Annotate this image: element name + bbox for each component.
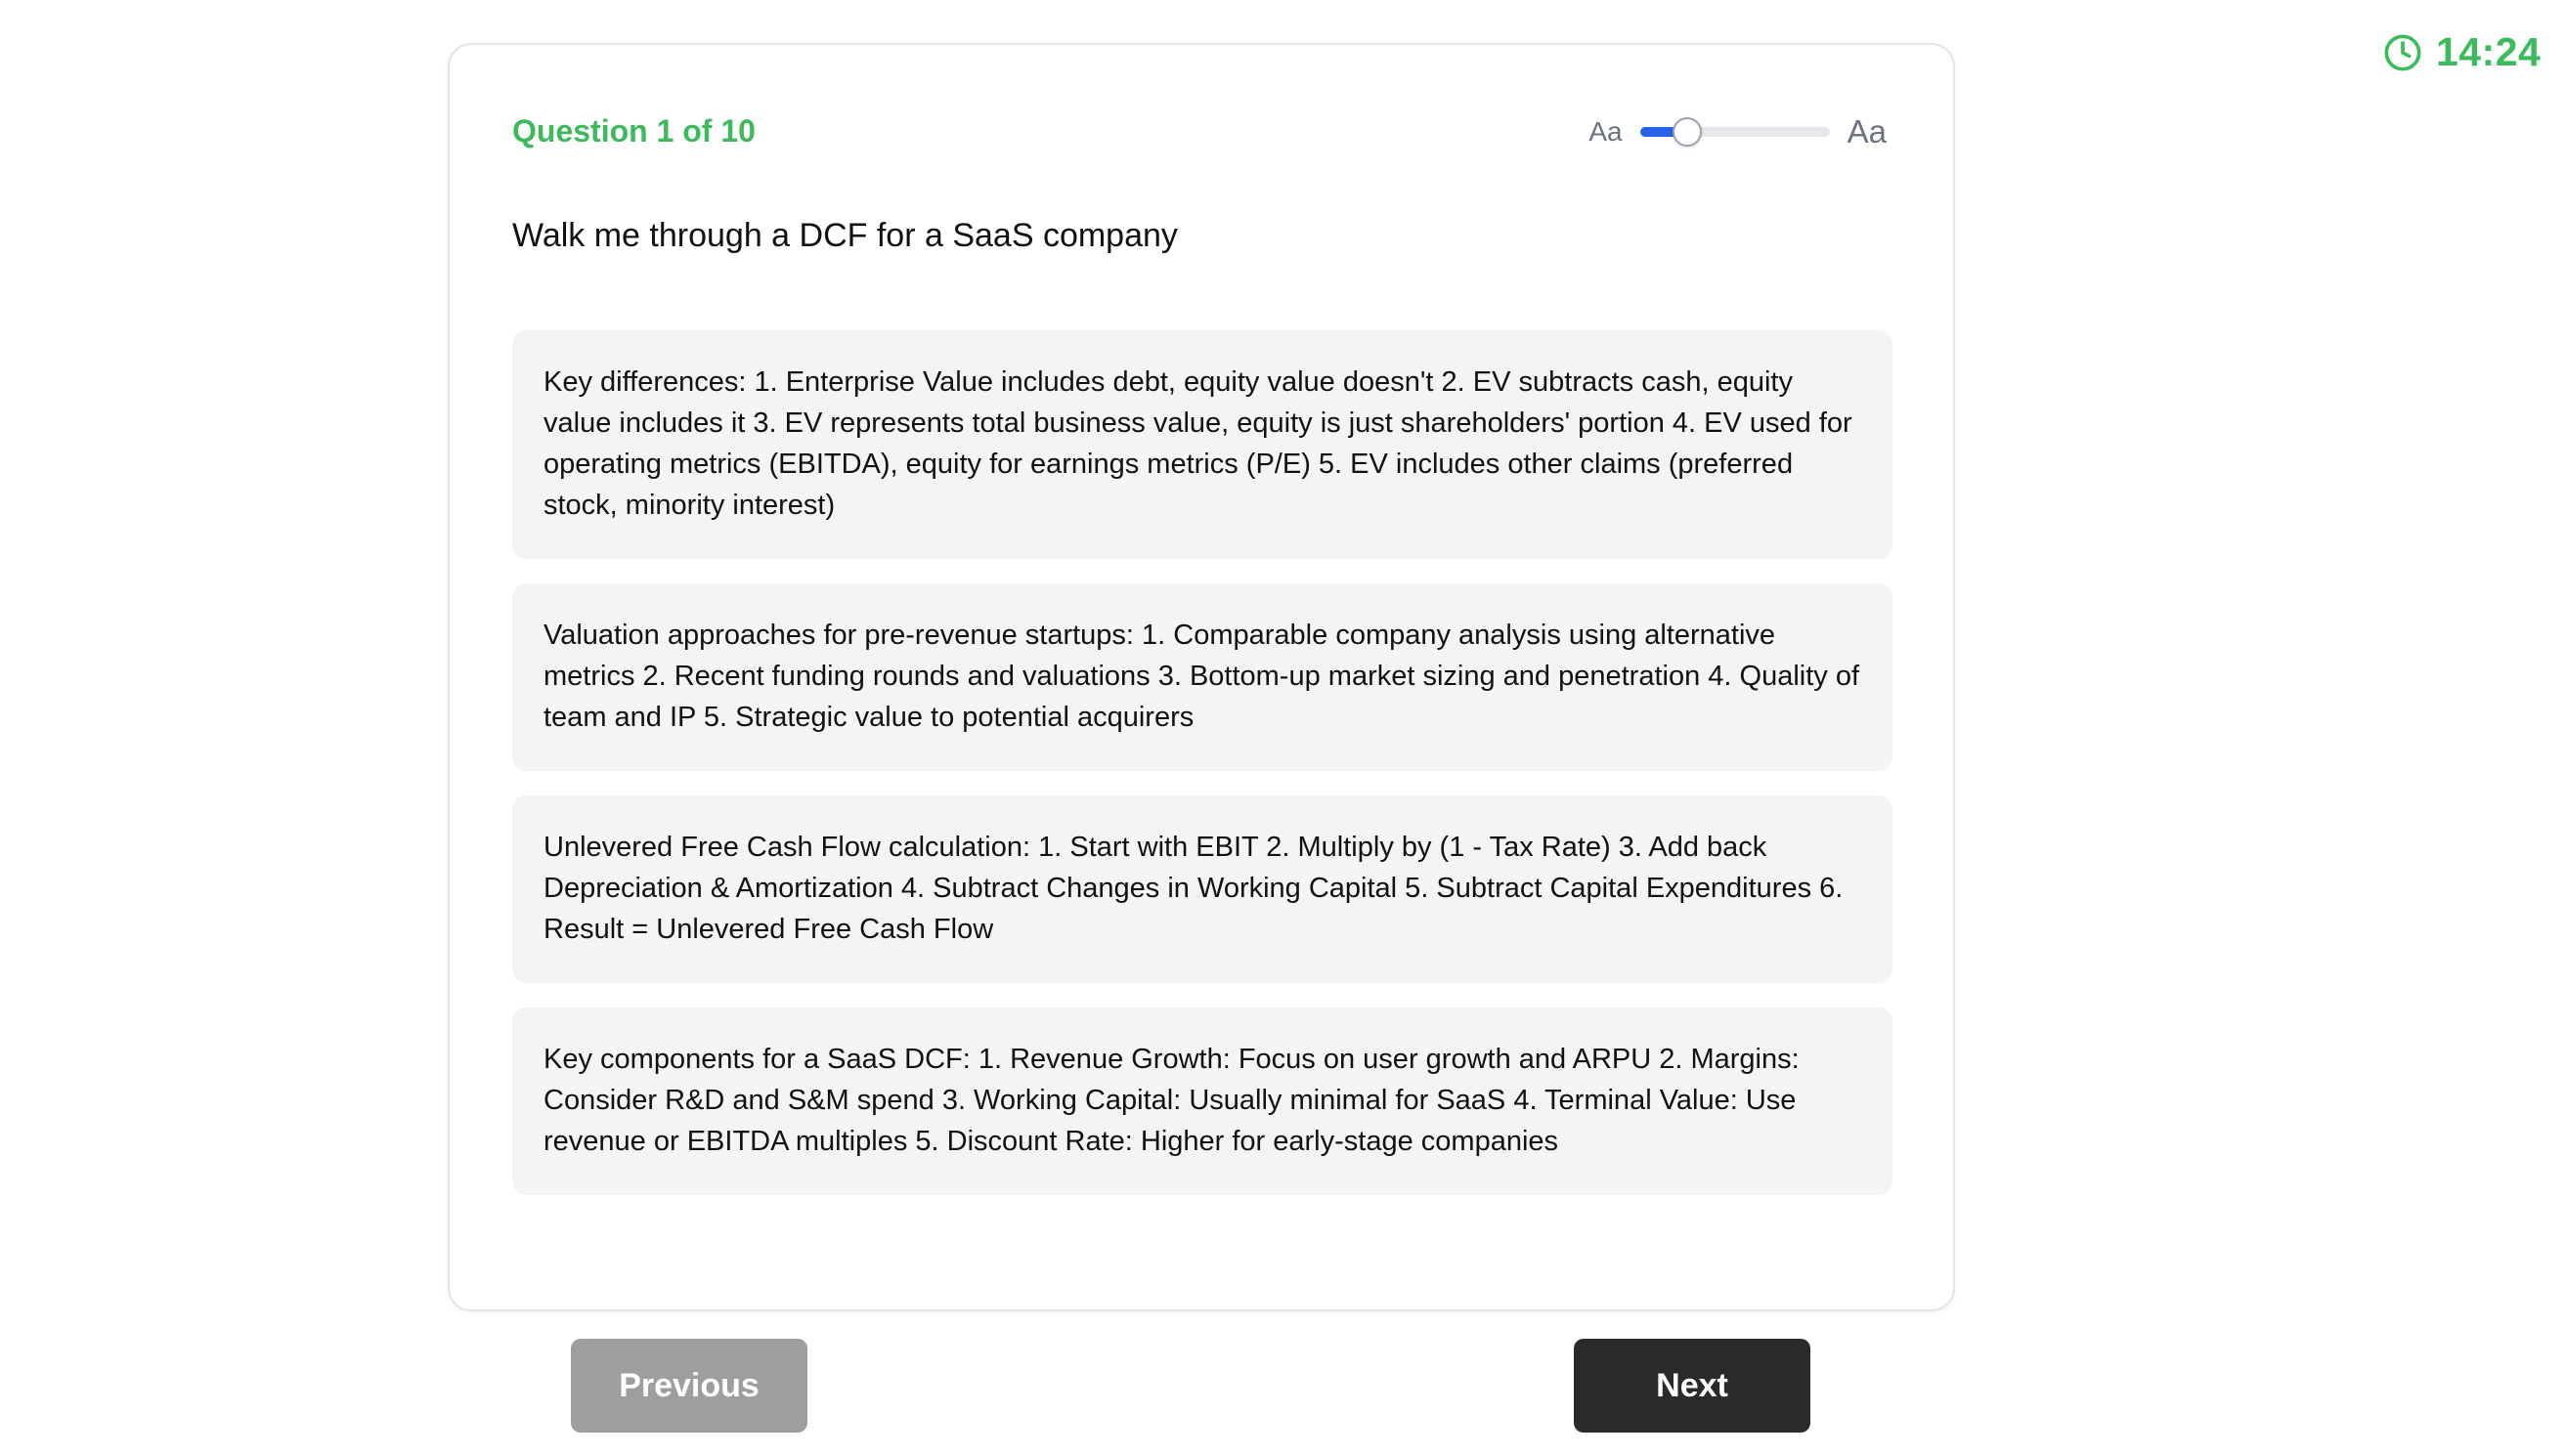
answer-option[interactable]: Key components for a SaaS DCF: 1. Revenu…	[512, 1007, 1892, 1195]
previous-button[interactable]: Previous	[571, 1339, 807, 1433]
answer-option[interactable]: Unlevered Free Cash Flow calculation: 1.…	[512, 795, 1892, 983]
clock-icon	[2383, 33, 2422, 72]
font-size-slider[interactable]	[1639, 117, 1830, 147]
timer: 14:24	[2383, 29, 2541, 75]
next-button[interactable]: Next	[1574, 1339, 1810, 1433]
question-card: Question 1 of 10 Aa Aa Walk me through a…	[448, 43, 1955, 1311]
font-size-large-label: Aa	[1847, 113, 1887, 150]
answer-option[interactable]: Valuation approaches for pre-revenue sta…	[512, 583, 1892, 771]
font-size-small-label: Aa	[1588, 116, 1623, 147]
timer-value: 14:24	[2436, 29, 2542, 74]
question-text: Walk me through a DCF for a SaaS company	[512, 217, 1178, 254]
font-size-control: Aa Aa	[1588, 113, 1887, 150]
font-size-slider-thumb[interactable]	[1673, 117, 1703, 147]
answer-option[interactable]: Key differences: 1. Enterprise Value inc…	[512, 330, 1892, 559]
answer-list: Key differences: 1. Enterprise Value inc…	[512, 330, 1892, 1195]
question-counter: Question 1 of 10	[512, 113, 756, 149]
